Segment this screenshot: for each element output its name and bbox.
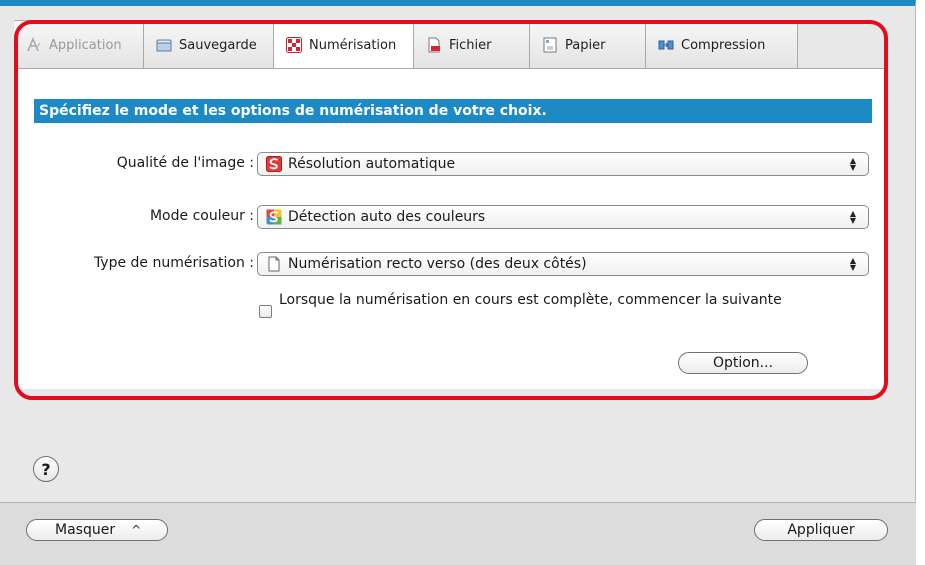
hide-button[interactable]: Masquer ^: [26, 519, 168, 541]
image-quality-value: Résolution automatique: [288, 156, 456, 172]
tab-fichier-label: Fichier: [449, 37, 492, 53]
apply-button-label: Appliquer: [787, 522, 855, 538]
tab-application[interactable]: Application: [14, 21, 144, 69]
window-edge: [916, 0, 925, 559]
color-detect-icon: [266, 209, 282, 225]
image-quality-select[interactable]: Résolution automatique ▲ ▼: [257, 152, 869, 176]
continue-scan-label: Lorsque la numérisation en cours est com…: [279, 292, 782, 308]
help-button[interactable]: ?: [33, 456, 59, 482]
tab-fichier[interactable]: Fichier: [414, 21, 530, 69]
quality-icon: [266, 156, 282, 172]
help-icon: ?: [41, 459, 51, 479]
tab-compression[interactable]: Compression: [646, 21, 798, 69]
color-mode-value: Détection auto des couleurs: [288, 209, 486, 225]
image-quality-label: Qualité de l'image :: [116, 155, 254, 171]
folder-icon: [156, 37, 172, 53]
scan-type-select[interactable]: Numérisation recto verso (des deux côtés…: [257, 252, 869, 276]
page-icon: [266, 256, 282, 272]
color-mode-label: Mode couleur :: [149, 208, 254, 224]
tab-numerisation[interactable]: Numérisation: [274, 21, 414, 69]
scan-settings-panel: Spécifiez le mode et les options de numé…: [14, 68, 886, 389]
footer-bar: Masquer ^ Appliquer: [0, 503, 916, 565]
tab-application-label: Application: [49, 37, 122, 53]
continue-scan-checkbox[interactable]: [259, 305, 272, 318]
color-mode-select[interactable]: Détection auto des couleurs ▲ ▼: [257, 205, 869, 229]
tab-papier[interactable]: Papier: [530, 21, 646, 69]
stepper-arrows-icon: ▲ ▼: [849, 156, 857, 172]
tab-sauvegarde[interactable]: Sauvegarde: [144, 21, 274, 69]
paper-icon: [542, 37, 558, 53]
compression-icon: [658, 37, 674, 53]
chevron-up-icon: ^: [131, 523, 142, 537]
apply-button[interactable]: Appliquer: [754, 519, 888, 541]
section-banner: Spécifiez le mode et les options de numé…: [34, 99, 872, 123]
application-icon: [26, 36, 42, 53]
option-button[interactable]: Option...: [678, 352, 808, 374]
preferences-window: Application Sauvegarde Numérisation Fich…: [0, 0, 916, 565]
scan-type-value: Numérisation recto verso (des deux côtés…: [288, 256, 587, 272]
hide-button-label: Masquer: [55, 522, 116, 538]
stepper-arrows-icon: ▲ ▼: [849, 256, 857, 272]
tab-numerisation-label: Numérisation: [309, 37, 397, 53]
tab-papier-label: Papier: [565, 37, 606, 53]
scan-icon: [286, 37, 302, 53]
stepper-arrows-icon: ▲ ▼: [849, 209, 857, 225]
tab-compression-label: Compression: [681, 37, 766, 53]
file-icon: [426, 37, 442, 53]
scan-type-label: Type de numérisation :: [93, 255, 254, 271]
tab-bar: Application Sauvegarde Numérisation Fich…: [14, 20, 798, 69]
option-button-label: Option...: [712, 355, 774, 371]
tab-sauvegarde-label: Sauvegarde: [179, 37, 257, 53]
